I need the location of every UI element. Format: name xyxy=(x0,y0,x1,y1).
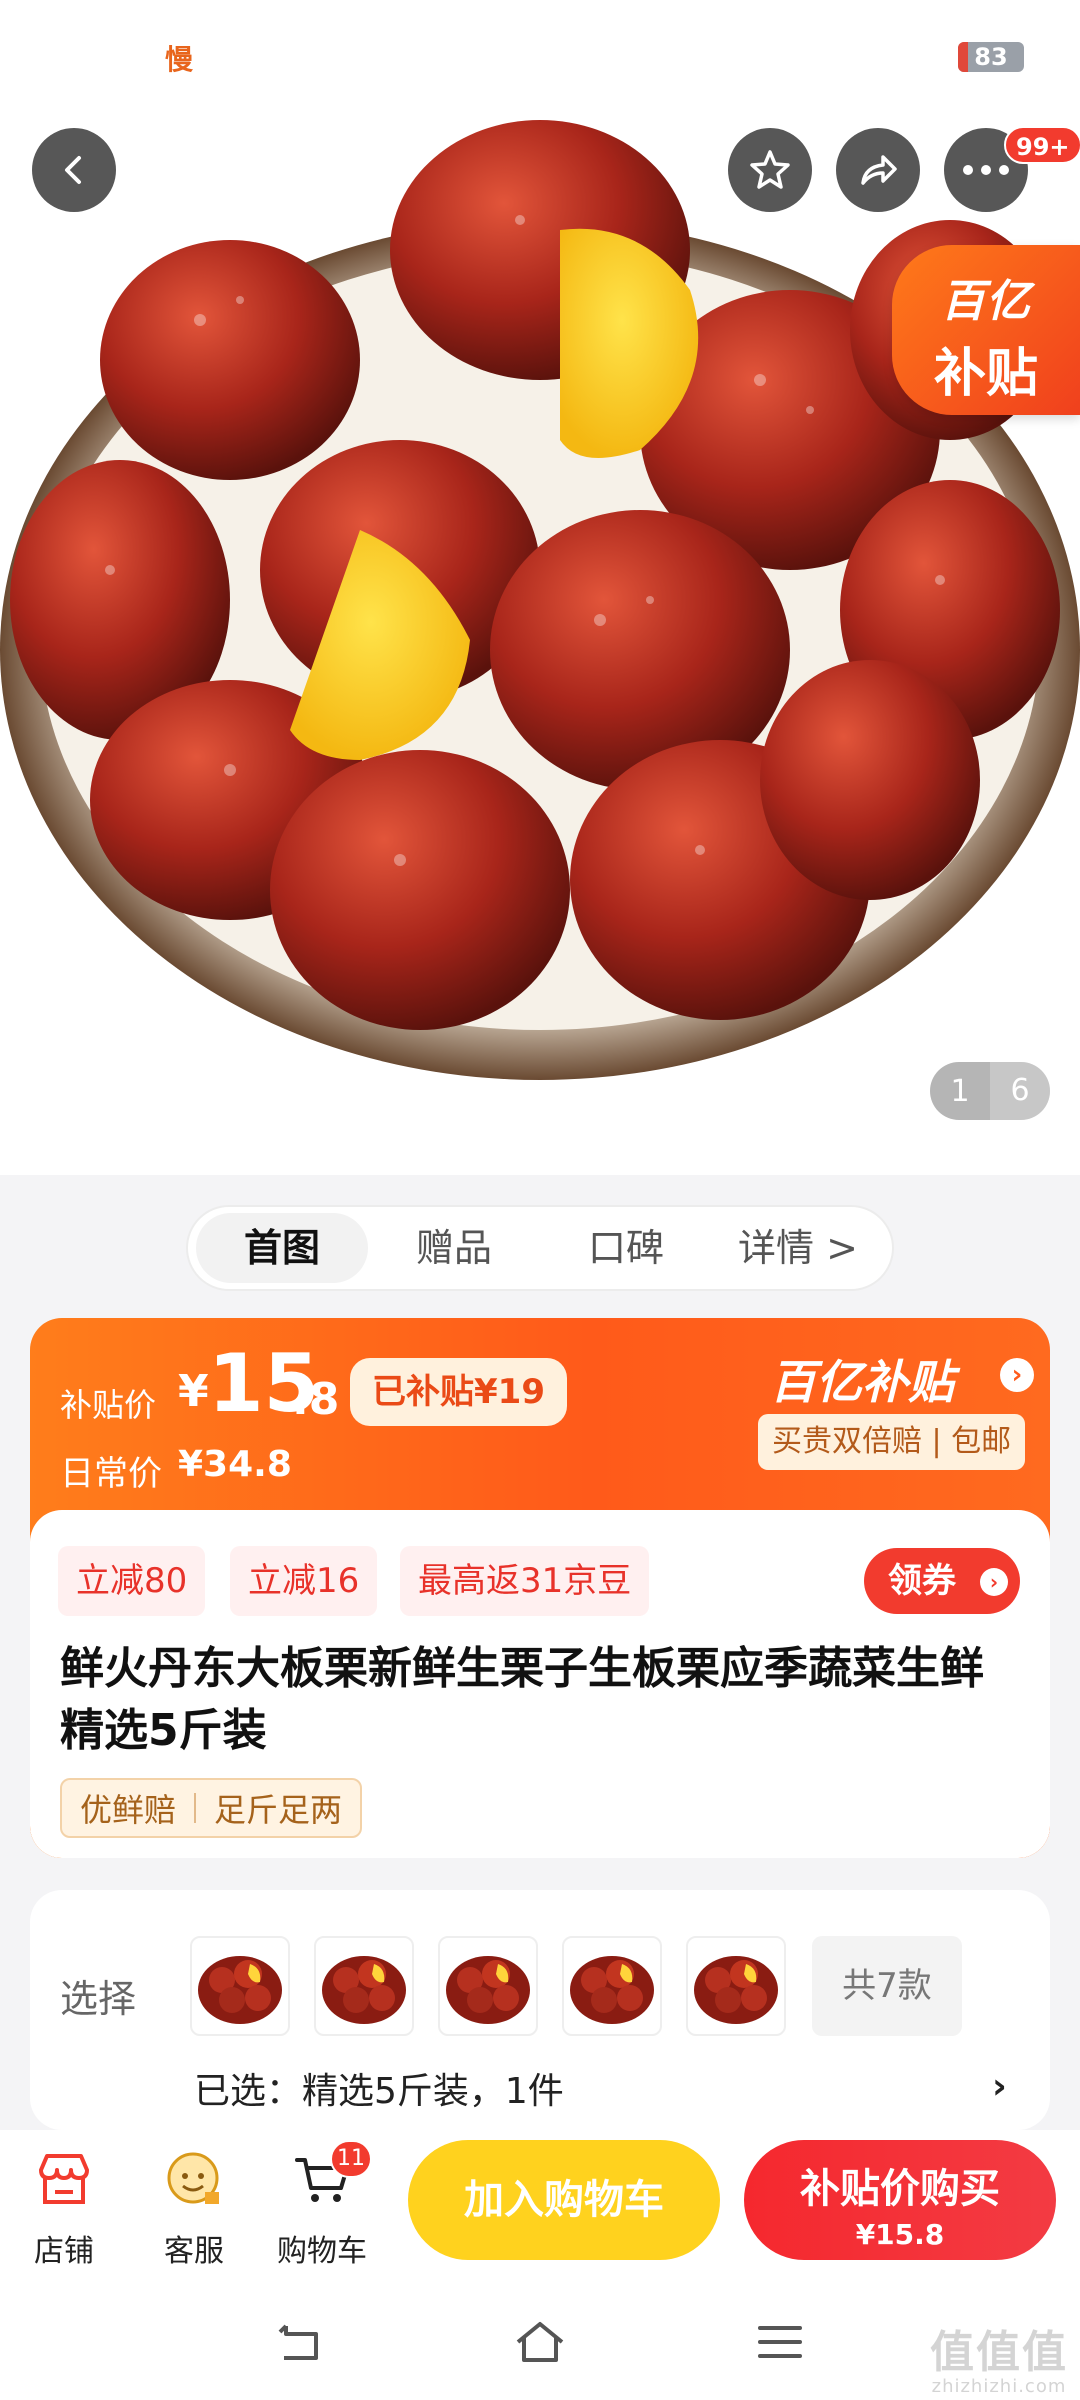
daily-price-label: 日常价 xyxy=(60,1454,162,1494)
select-label: 选择 xyxy=(60,1977,137,2021)
variant-thumbnail[interactable] xyxy=(562,1936,662,2036)
cart-count-badge: 11 xyxy=(330,2140,372,2178)
system-home-icon[interactable] xyxy=(510,2312,570,2372)
subsidy-badge-line2: 补贴 xyxy=(933,344,1038,404)
tab-details[interactable]: 详情 > xyxy=(712,1213,884,1283)
share-button[interactable] xyxy=(836,128,920,212)
customer-service-button[interactable]: 客服 xyxy=(134,2140,254,2270)
bottom-action-bar: 店铺 客服 购物车 11 加入购物车 补贴价购买 ¥15.8 xyxy=(0,2130,1080,2280)
image-page-indicator: 1 6 xyxy=(930,1062,1050,1120)
subsidy-badge: 百亿 补贴 xyxy=(892,245,1080,415)
watermark-url: zhizhizhi.com xyxy=(931,2376,1067,2397)
battery-level: 83 xyxy=(974,43,1008,71)
star-icon xyxy=(750,150,790,189)
variant-thumbnail[interactable] xyxy=(190,1936,290,2036)
service-tag: 优鲜赔 xyxy=(80,1791,177,1829)
buy-button-label: 补贴价购买 xyxy=(800,2166,1000,2212)
customer-service-label: 客服 xyxy=(164,2234,224,2269)
promo-chip: 立减16 xyxy=(230,1546,378,1616)
chevron-left-icon xyxy=(65,156,81,184)
product-title: 鲜火丹东大板栗新鲜生栗子生板栗应季蔬菜生鲜 精选5斤装 xyxy=(60,1643,984,1756)
store-button[interactable]: 店铺 xyxy=(4,2140,124,2270)
site-watermark: 值值值 zhizhizhi.com xyxy=(924,2316,1074,2397)
service-tags[interactable]: 优鲜赔 足斤足两 xyxy=(60,1778,363,1838)
variant-thumbnail[interactable] xyxy=(314,1936,414,2036)
daily-price-value: ¥34.8 xyxy=(178,1444,292,1485)
tab-main-image[interactable]: 首图 xyxy=(196,1213,368,1283)
variant-selection-card[interactable]: 选择 共7款 已选：精选5斤装，1件 › xyxy=(30,1890,1050,2130)
subsidized-amount-badge: 已补贴¥19 xyxy=(350,1358,567,1426)
more-variants-button[interactable]: 共7款 xyxy=(812,1936,962,2036)
promo-chip: 立减80 xyxy=(58,1546,206,1616)
page-total: 6 xyxy=(990,1062,1050,1120)
status-notification-text: 慢 xyxy=(165,43,194,76)
share-icon xyxy=(861,155,897,185)
system-menu-icon[interactable] xyxy=(750,2312,810,2372)
chevron-right-icon[interactable]: › xyxy=(992,2066,1007,2107)
product-info-card: 立减80 立减16 最高返31京豆 领券 › 鲜火丹东大板栗新鲜生栗子生板栗应季… xyxy=(30,1510,1050,1858)
section-tabs: 首图 赠品 口碑 详情 > xyxy=(186,1205,894,1291)
price-card: 补贴价 ¥ 15 .8 已补贴¥19 日常价 ¥34.8 百亿补贴 › 买贵双倍… xyxy=(30,1318,1050,1858)
chevron-right-icon[interactable]: › xyxy=(1000,1358,1034,1392)
system-navigation-bar xyxy=(0,2280,1080,2400)
promo-chip: 最高返31京豆 xyxy=(400,1546,650,1616)
subsidy-price-label: 补贴价 xyxy=(60,1386,157,1424)
store-label: 店铺 xyxy=(34,2234,94,2269)
watermark-logo-text: 值值值 xyxy=(930,2327,1068,2378)
price-decimal: .8 xyxy=(292,1374,340,1425)
tab-gifts[interactable]: 赠品 xyxy=(368,1213,540,1283)
buy-now-button[interactable]: 补贴价购买 ¥15.8 xyxy=(744,2140,1056,2260)
price-currency: ¥ xyxy=(178,1366,209,1417)
back-button[interactable] xyxy=(32,128,116,212)
system-back-icon[interactable] xyxy=(270,2312,330,2372)
customer-service-icon xyxy=(167,2152,219,2204)
brand-subsidy-link[interactable]: 百亿补贴 xyxy=(770,1346,954,1412)
favorite-button[interactable] xyxy=(728,128,812,212)
add-to-cart-button[interactable]: 加入购物车 xyxy=(408,2140,720,2260)
store-icon xyxy=(39,2154,89,2204)
cart-label: 购物车 xyxy=(277,2234,367,2269)
guarantee-badge: 买贵双倍赔 | 包邮 xyxy=(758,1414,1026,1470)
subsidy-badge-line1: 百亿 xyxy=(941,276,1031,327)
variant-thumbnail[interactable] xyxy=(438,1936,538,2036)
notification-badge: 99+ xyxy=(1004,126,1080,164)
page-current: 1 xyxy=(950,1073,970,1109)
tab-reviews[interactable]: 口碑 xyxy=(540,1213,712,1283)
buy-button-price: ¥15.8 xyxy=(855,2218,945,2251)
product-image-gallery[interactable]: 慢 83 99+ 百亿 补贴 1 6 xyxy=(0,0,1080,1175)
variant-thumbnail[interactable] xyxy=(686,1936,786,2036)
battery-indicator: 83 xyxy=(958,42,1024,72)
coupon-chevron-icon: › xyxy=(980,1568,1008,1596)
selected-variant-text: 已选：精选5斤装，1件 xyxy=(194,2071,564,2112)
service-tag: 足斤足两 xyxy=(214,1791,343,1829)
more-dots-icon xyxy=(963,165,1009,175)
